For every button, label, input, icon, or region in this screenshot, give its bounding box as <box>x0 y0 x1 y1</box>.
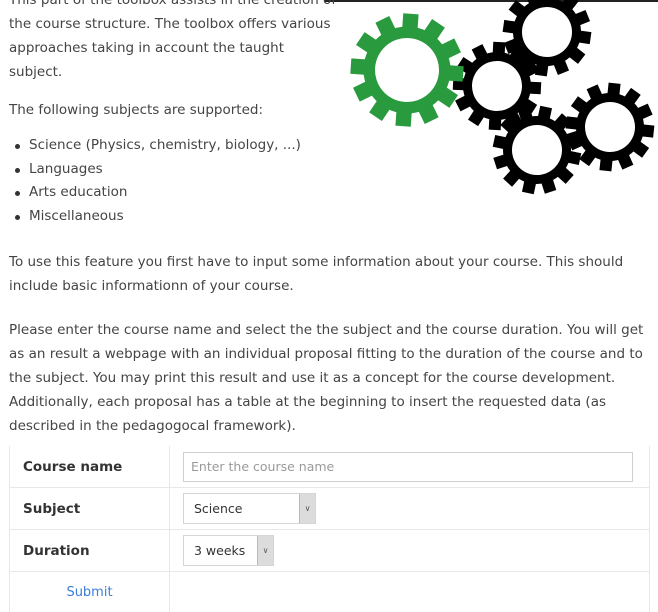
feature-paragraph: To use this feature you first have to in… <box>9 250 654 298</box>
intro-text: This part of the toolbox assists in the … <box>9 0 339 84</box>
course-form: Course name Subject Science ∨ Duration 3… <box>9 446 650 612</box>
instructions-paragraph: Please enter the course name and select … <box>9 318 654 438</box>
subject-item: Miscellaneous <box>29 205 654 229</box>
form-row-course-name: Course name <box>10 446 650 488</box>
subject-item: Languages <box>29 158 654 182</box>
main-content: This part of the toolbox assists in the … <box>9 0 654 438</box>
form-row-subject: Subject Science ∨ <box>10 488 650 530</box>
chevron-down-icon[interactable]: ∨ <box>299 494 315 523</box>
duration-select-value: 3 weeks <box>184 536 257 565</box>
duration-label: Duration <box>10 530 170 572</box>
form-row-duration: Duration 3 weeks ∨ <box>10 530 650 572</box>
subjects-heading: The following subjects are supported: <box>9 98 654 122</box>
submit-link[interactable]: Submit <box>66 585 112 600</box>
course-name-label: Course name <box>10 446 170 488</box>
form-row-submit: Submit <box>10 572 650 612</box>
duration-select[interactable]: 3 weeks ∨ <box>183 535 274 566</box>
subject-select[interactable]: Science ∨ <box>183 493 316 524</box>
subject-item: Arts education <box>29 181 654 205</box>
subject-item: Science (Physics, chemistry, biology, ..… <box>29 134 654 158</box>
intro-line: This part of the toolbox assists in the … <box>9 0 339 12</box>
chevron-down-icon[interactable]: ∨ <box>257 536 273 565</box>
subjects-list: Science (Physics, chemistry, biology, ..… <box>9 134 654 228</box>
intro-line: the course structure. The toolbox offers… <box>9 12 339 36</box>
subject-select-value: Science <box>184 494 299 523</box>
intro-line: approaches taking in account the taught … <box>9 36 339 84</box>
course-name-input[interactable] <box>183 452 633 482</box>
subject-label: Subject <box>10 488 170 530</box>
